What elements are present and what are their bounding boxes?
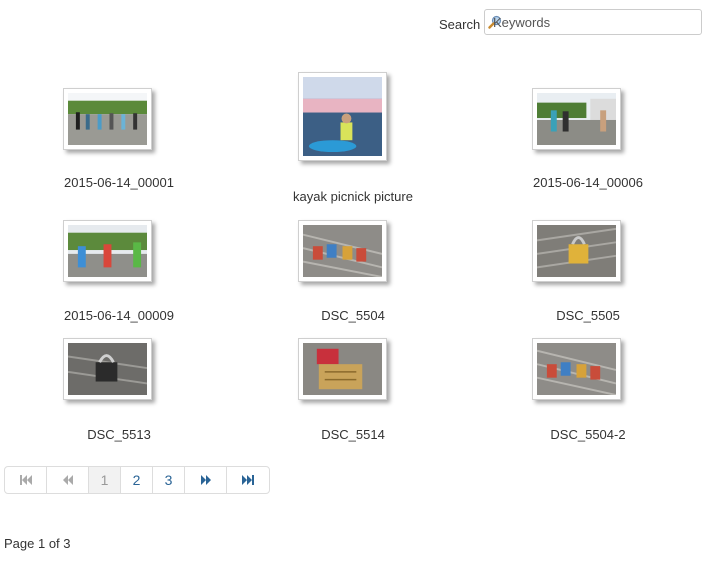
- search-input[interactable]: [485, 10, 701, 34]
- previous-page-button[interactable]: [47, 467, 89, 493]
- thumbnail-2015-06-14-00009[interactable]: [63, 220, 152, 282]
- page-number: 3: [164, 472, 173, 488]
- next-page-icon: [200, 475, 211, 485]
- page-number: 1: [100, 472, 109, 488]
- page-link-3[interactable]: 3: [153, 467, 185, 493]
- thumbnail-2015-06-14-00001[interactable]: [63, 88, 152, 150]
- first-page-icon: [19, 475, 32, 485]
- last-page-button[interactable]: [227, 467, 269, 493]
- thumbnail-caption[interactable]: DSC_5514: [321, 427, 385, 442]
- thumbnail-kayak-picnick-picture[interactable]: [298, 72, 387, 161]
- thumbnail-caption[interactable]: DSC_5504: [321, 308, 385, 323]
- thumbnail-caption[interactable]: DSC_5513: [87, 427, 151, 442]
- thumbnail-caption[interactable]: 2015-06-14_00001: [64, 175, 174, 190]
- pagination: 1 2 3: [4, 466, 270, 494]
- thumbnail-caption[interactable]: kayak picnick picture: [293, 189, 413, 204]
- thumbnail-dsc-5505[interactable]: [532, 220, 621, 282]
- page-link-1[interactable]: 1: [89, 467, 121, 493]
- search-field[interactable]: [484, 9, 702, 35]
- thumbnail-dsc-5504[interactable]: [298, 220, 387, 282]
- first-page-button[interactable]: [5, 467, 47, 493]
- thumbnail-caption[interactable]: 2015-06-14_00009: [64, 308, 174, 323]
- last-page-icon: [242, 475, 254, 485]
- thumbnail-dsc-5514[interactable]: [298, 338, 387, 400]
- thumbnail-2015-06-14-00006[interactable]: [532, 88, 621, 150]
- search-label: Search: [439, 17, 481, 32]
- thumbnail-dsc-5504-2[interactable]: [532, 338, 621, 400]
- thumbnail-caption[interactable]: 2015-06-14_00006: [533, 175, 643, 190]
- thumbnail-caption[interactable]: DSC_5504-2: [550, 427, 625, 442]
- thumbnail-dsc-5513[interactable]: [63, 338, 152, 400]
- page-number: 2: [132, 472, 141, 488]
- page-status: Page 1 of 3: [4, 536, 71, 551]
- next-page-button[interactable]: [185, 467, 227, 493]
- thumbnail-caption[interactable]: DSC_5505: [556, 308, 620, 323]
- previous-page-icon: [62, 475, 73, 485]
- page-link-2[interactable]: 2: [121, 467, 153, 493]
